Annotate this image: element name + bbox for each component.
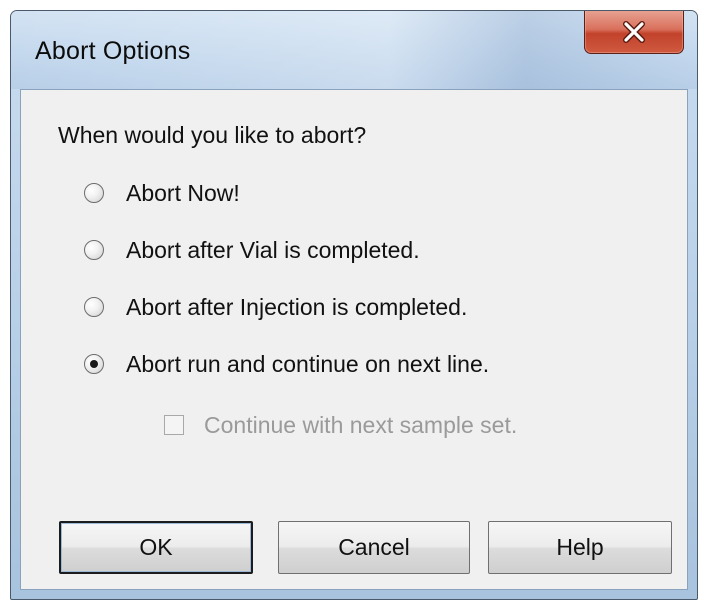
abort-options-dialog: Abort Options When would you like to abo… bbox=[10, 10, 698, 600]
radio-button-icon[interactable] bbox=[84, 183, 104, 203]
checkbox-icon bbox=[164, 415, 184, 435]
help-button[interactable]: Help bbox=[488, 521, 672, 574]
radio-label-abort-continue-next-line: Abort run and continue on next line. bbox=[126, 350, 490, 377]
continue-next-sample-set-checkbox: Continue with next sample set. bbox=[164, 408, 517, 442]
radio-label-abort-now: Abort Now! bbox=[126, 179, 240, 206]
abort-prompt-label: When would you like to abort? bbox=[58, 122, 367, 148]
radio-abort-now[interactable]: Abort Now! bbox=[84, 176, 240, 210]
continue-next-sample-set-label: Continue with next sample set. bbox=[204, 411, 518, 438]
radio-label-abort-after-vial: Abort after Vial is completed. bbox=[126, 236, 420, 263]
close-icon bbox=[623, 20, 645, 43]
radio-abort-continue-next-line[interactable]: Abort run and continue on next line. bbox=[84, 347, 489, 381]
radio-button-icon[interactable] bbox=[84, 297, 104, 317]
close-button[interactable] bbox=[584, 11, 684, 54]
dialog-body: When would you like to abort? Abort Now!… bbox=[20, 89, 688, 590]
ok-button[interactable]: OK bbox=[59, 521, 253, 574]
window-title: Abort Options bbox=[35, 37, 191, 65]
title-bar[interactable]: Abort Options bbox=[11, 11, 697, 89]
radio-abort-after-injection[interactable]: Abort after Injection is completed. bbox=[84, 290, 467, 324]
cancel-button[interactable]: Cancel bbox=[278, 521, 470, 574]
radio-abort-after-vial[interactable]: Abort after Vial is completed. bbox=[84, 233, 420, 267]
radio-label-abort-after-injection: Abort after Injection is completed. bbox=[126, 293, 468, 320]
radio-button-icon[interactable] bbox=[84, 240, 104, 260]
radio-button-icon[interactable] bbox=[84, 354, 104, 374]
